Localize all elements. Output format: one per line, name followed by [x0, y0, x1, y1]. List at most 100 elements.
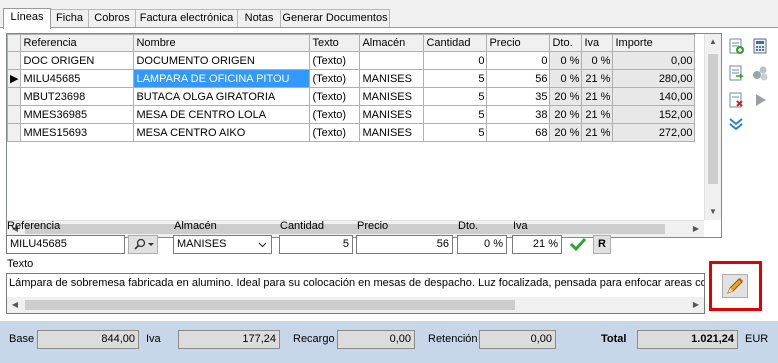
col-header-cantidad[interactable]: Cantidad	[423, 34, 488, 52]
add-line-icon[interactable]	[727, 37, 745, 55]
cell-cantidad[interactable]: 5	[423, 105, 488, 124]
col-header-iva[interactable]: Iva	[581, 34, 614, 52]
expand-down-icon[interactable]	[727, 115, 745, 133]
cell-almacen[interactable]: MANISES	[359, 123, 425, 142]
scroll-left-icon[interactable]: ◀	[7, 297, 23, 313]
tab-generar-documentos[interactable]: Generar Documentos	[280, 9, 390, 27]
cantidad-input[interactable]: 5	[279, 235, 353, 254]
cell-nombre[interactable]: MESA CENTRO AIKO	[133, 123, 311, 142]
col-header-precio[interactable]: Precio	[486, 34, 551, 52]
texto-area[interactable]: Lámpara de sobremesa fabricada en alumin…	[6, 273, 705, 314]
cell-precio[interactable]: 0	[486, 51, 551, 70]
col-header-importe[interactable]: Importe	[612, 34, 696, 52]
calculator-icon[interactable]	[751, 37, 769, 55]
cell-precio[interactable]: 68	[486, 123, 551, 142]
cell-dto[interactable]: 0 %	[549, 51, 583, 70]
cell-referencia[interactable]: DOC ORIGEN	[20, 51, 135, 70]
vertical-scroll-thumb[interactable]	[708, 54, 718, 184]
cell-dto[interactable]: 20 %	[549, 105, 583, 124]
scroll-right-icon[interactable]: ▶	[688, 221, 704, 237]
confirm-button[interactable]	[567, 235, 589, 254]
cell-nombre[interactable]: DOCUMENTO ORIGEN	[133, 51, 311, 70]
cell-almacen[interactable]: MANISES	[359, 87, 425, 106]
cell-importe[interactable]: 0,00	[612, 51, 696, 70]
col-header-referencia[interactable]: Referencia	[20, 34, 135, 52]
table-row[interactable]: MMES15693 MESA CENTRO AIKO (Texto) MANISES 5…	[7, 123, 696, 142]
cell-texto[interactable]: (Texto)	[309, 105, 361, 124]
cell-precio[interactable]: 38	[486, 105, 551, 124]
cell-importe[interactable]: 272,00	[612, 123, 696, 142]
cell-nombre[interactable]: MESA DE CENTRO LOLA	[133, 105, 311, 124]
cell-iva[interactable]: 21 %	[581, 123, 614, 142]
cell-precio[interactable]: 56	[486, 69, 551, 88]
cell-almacen[interactable]	[359, 51, 425, 70]
edit-text-button[interactable]	[722, 274, 748, 298]
lines-grid[interactable]: Referencia Nombre Texto Almacén Cantidad…	[6, 33, 722, 238]
row-indicator[interactable]	[7, 51, 22, 70]
cell-iva[interactable]: 0 %	[581, 51, 614, 70]
col-header-dto[interactable]: Dto.	[549, 34, 583, 52]
cell-referencia[interactable]: MBUT23698	[20, 87, 135, 106]
cell-cantidad[interactable]: 5	[423, 87, 488, 106]
cell-texto[interactable]: (Texto)	[309, 123, 361, 142]
tab-cobros[interactable]: Cobros	[88, 9, 136, 27]
search-reference-button[interactable]	[128, 235, 158, 254]
delete-line-icon[interactable]	[727, 91, 745, 109]
cell-cantidad[interactable]: 5	[423, 69, 488, 88]
horizontal-scroll-thumb[interactable]	[25, 224, 665, 234]
cell-iva[interactable]: 21 %	[581, 69, 614, 88]
table-row[interactable]: MMES36985 MESA DE CENTRO LOLA (Texto) MANIS…	[7, 105, 696, 124]
scroll-down-icon[interactable]: ▼	[705, 204, 721, 220]
tab-ficha[interactable]: Ficha	[50, 9, 89, 27]
components-icon[interactable]	[751, 64, 769, 82]
cell-texto[interactable]: (Texto)	[309, 69, 361, 88]
cell-precio[interactable]: 35	[486, 87, 551, 106]
tab-factura-electronica[interactable]: Factura electrónica	[135, 9, 238, 27]
table-row[interactable]: ▶ MILU45685 LAMPARA DE OFICINA PITOU (Texto…	[7, 69, 696, 88]
row-indicator[interactable]	[7, 105, 22, 124]
col-header-almacen[interactable]: Almacén	[359, 34, 425, 52]
cell-almacen[interactable]: MANISES	[359, 105, 425, 124]
row-indicator[interactable]	[7, 87, 22, 106]
iva-input[interactable]: 21 %	[512, 235, 562, 254]
insert-line-icon[interactable]	[727, 64, 745, 82]
cell-dto[interactable]: 20 %	[549, 87, 583, 106]
cell-importe[interactable]: 152,00	[612, 105, 696, 124]
row-indicator[interactable]	[7, 123, 22, 142]
table-row[interactable]: MBUT23698 BUTACA OLGA GIRATORIA (Texto) MAN…	[7, 87, 696, 106]
precio-input[interactable]: 56	[356, 235, 453, 254]
cell-dto[interactable]: 20 %	[549, 123, 583, 142]
texto-scroll-thumb[interactable]	[25, 300, 515, 310]
cell-cantidad[interactable]: 0	[423, 51, 488, 70]
r-button[interactable]: R	[593, 235, 611, 254]
tab-notas[interactable]: Notas	[237, 9, 281, 27]
cell-cantidad[interactable]: 5	[423, 123, 488, 142]
cell-referencia[interactable]: MMES36985	[20, 105, 135, 124]
iva-total-value: 177,24	[178, 330, 280, 349]
table-row[interactable]: DOC ORIGEN DOCUMENTO ORIGEN (Texto) 0 0 0 % 0 …	[7, 51, 696, 70]
texto-horizontal-scrollbar[interactable]: ◀ ▶	[7, 297, 704, 313]
referencia-input[interactable]: MILU45685	[6, 235, 125, 254]
scroll-up-icon[interactable]: ▲	[705, 34, 721, 50]
tab-lineas[interactable]: Líneas	[3, 8, 51, 29]
cell-iva[interactable]: 21 %	[581, 87, 614, 106]
cell-nombre[interactable]: LAMPARA DE OFICINA PITOU	[133, 69, 311, 88]
cell-iva[interactable]: 21 %	[581, 105, 614, 124]
col-header-nombre[interactable]: Nombre	[133, 34, 311, 52]
scroll-right-icon[interactable]: ▶	[688, 297, 704, 313]
cell-referencia[interactable]: MMES15693	[20, 123, 135, 142]
cell-almacen[interactable]: MANISES	[359, 69, 425, 88]
cell-texto[interactable]: (Texto)	[309, 87, 361, 106]
grid-vertical-scrollbar[interactable]: ▲ ▼	[704, 34, 721, 220]
cell-importe[interactable]: 140,00	[612, 87, 696, 106]
almacen-select[interactable]: MANISES	[173, 235, 272, 254]
col-header-texto[interactable]: Texto	[309, 34, 361, 52]
cell-texto[interactable]: (Texto)	[309, 51, 361, 70]
play-icon[interactable]	[751, 91, 769, 109]
cell-referencia[interactable]: MILU45685	[20, 69, 135, 88]
cell-dto[interactable]: 0 %	[549, 69, 583, 88]
cell-importe[interactable]: 280,00	[612, 69, 696, 88]
dto-input[interactable]: 0 %	[457, 235, 507, 254]
cell-nombre[interactable]: BUTACA OLGA GIRATORIA	[133, 87, 311, 106]
current-row-indicator-icon[interactable]: ▶	[7, 69, 22, 88]
